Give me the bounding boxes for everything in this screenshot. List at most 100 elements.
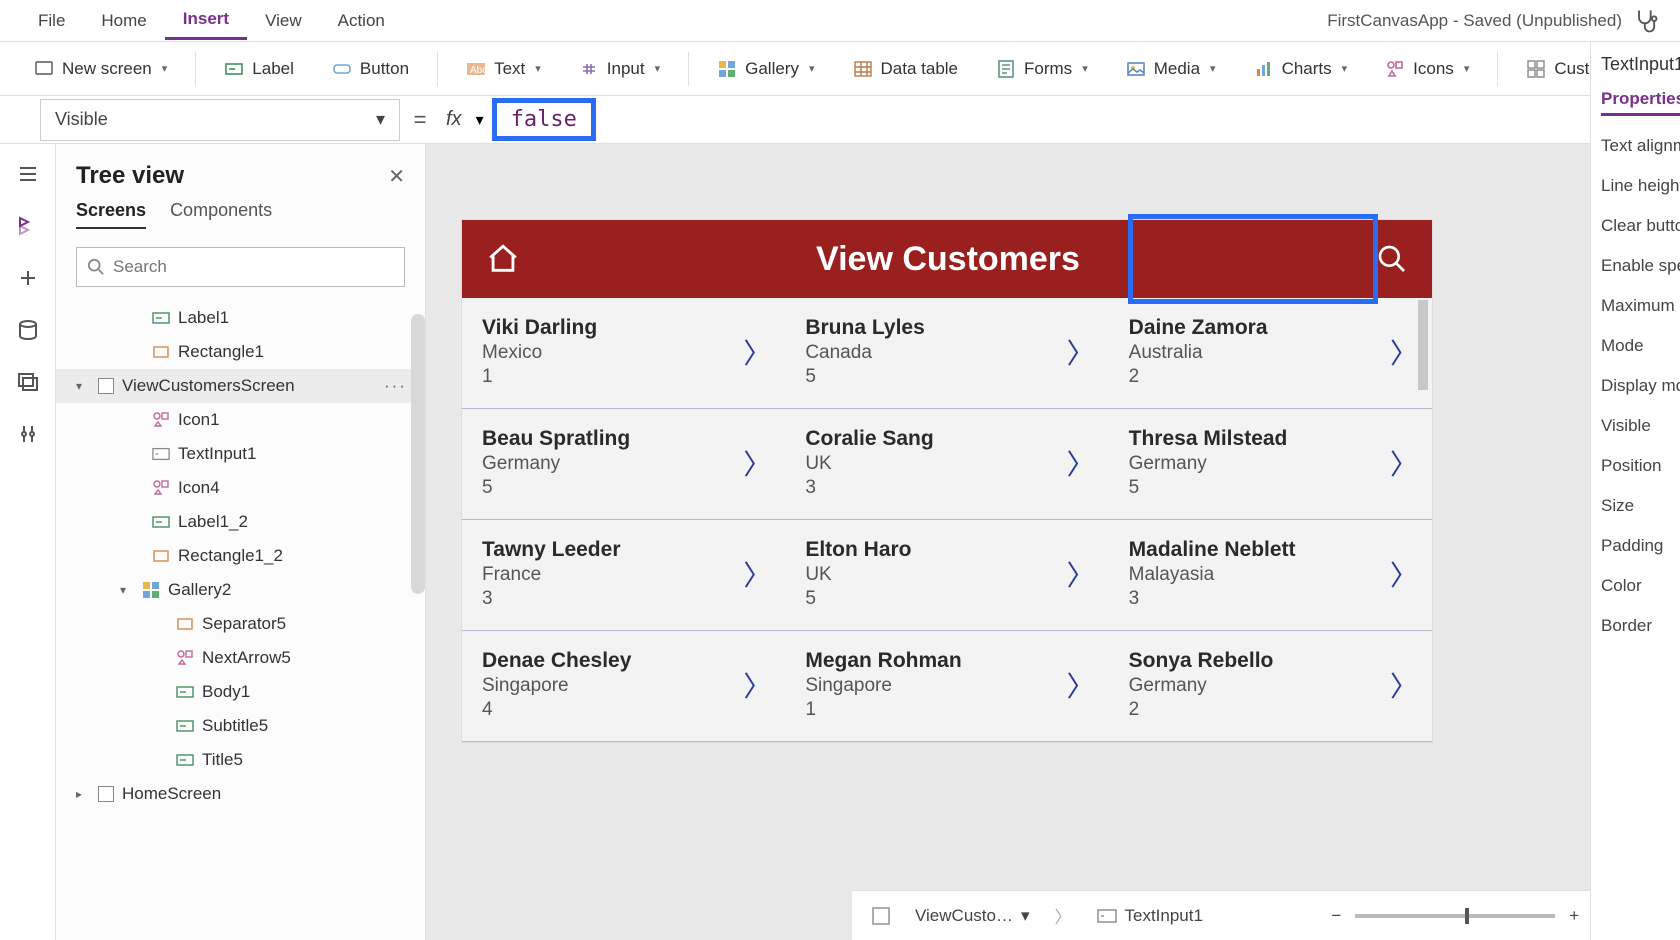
tree-item[interactable]: Icon4 <box>56 471 425 505</box>
tree-item[interactable]: Subtitle5 <box>56 709 425 743</box>
icons-dropdown[interactable]: Icons▾ <box>1371 53 1483 85</box>
chevron-icon[interactable]: ▸ <box>76 787 90 801</box>
tree-item[interactable]: Rectangle1 <box>56 335 425 369</box>
tree-item[interactable]: Icon1 <box>56 403 425 437</box>
forms-dropdown[interactable]: Forms▾ <box>982 53 1102 85</box>
gallery-item[interactable]: Beau SpratlingGermany5〉 <box>462 409 785 519</box>
property-selector[interactable]: Visible ▾ <box>40 99 400 141</box>
gallery-item[interactable]: Bruna LylesCanada5〉 <box>785 298 1108 408</box>
tree-search-input[interactable] <box>113 257 394 277</box>
formula-input[interactable]: false <box>492 98 596 141</box>
tree-item[interactable]: Separator5 <box>56 607 425 641</box>
gallery-dropdown[interactable]: Gallery▾ <box>703 53 828 85</box>
gallery-item[interactable]: Denae ChesleySingapore4〉 <box>462 631 785 741</box>
menu-home[interactable]: Home <box>83 3 164 39</box>
property-row[interactable]: Position <box>1601 446 1680 486</box>
fx-icon[interactable]: fx <box>440 108 468 131</box>
app-preview[interactable]: View Customers Viki DarlingMexico1〉Bruna… <box>462 220 1432 742</box>
label-button[interactable]: Label <box>210 53 308 85</box>
gallery-item[interactable]: Megan RohmanSingapore1〉 <box>785 631 1108 741</box>
property-row[interactable]: Padding <box>1601 526 1680 566</box>
media-rail-icon[interactable] <box>16 370 40 394</box>
tree-item[interactable]: Title5 <box>56 743 425 777</box>
chevron-right-icon[interactable]: 〉 <box>1390 443 1418 483</box>
property-row[interactable]: Line height <box>1601 166 1680 206</box>
gallery-preview[interactable]: Viki DarlingMexico1〉Bruna LylesCanada5〉D… <box>462 298 1432 742</box>
property-row[interactable]: Size <box>1601 486 1680 526</box>
chevron-right-icon[interactable]: 〉 <box>743 443 771 483</box>
tree-view-icon[interactable] <box>16 214 40 238</box>
charts-dropdown[interactable]: Charts▾ <box>1240 53 1362 85</box>
tree-item[interactable]: ▾ViewCustomersScreen··· <box>56 369 425 403</box>
gallery-item[interactable]: Elton HaroUK5〉 <box>785 520 1108 630</box>
gallery-item[interactable]: Tawny LeederFrance3〉 <box>462 520 785 630</box>
gallery-item[interactable]: Madaline NeblettMalayasia3〉 <box>1109 520 1432 630</box>
chevron-right-icon[interactable]: 〉 <box>1067 665 1095 705</box>
tree-search[interactable] <box>76 247 405 287</box>
tab-components[interactable]: Components <box>170 200 272 229</box>
home-icon[interactable] <box>486 242 520 276</box>
advanced-tools-icon[interactable] <box>16 422 40 446</box>
tree-item[interactable]: Label1 <box>56 301 425 335</box>
menu-insert[interactable]: Insert <box>165 1 247 40</box>
hamburger-icon[interactable] <box>16 162 40 186</box>
add-icon[interactable] <box>16 266 40 290</box>
chevron-icon[interactable]: ▾ <box>76 379 90 393</box>
text-dropdown[interactable]: Abc Text▾ <box>452 53 555 85</box>
tree-item[interactable]: Label1_2 <box>56 505 425 539</box>
menu-view[interactable]: View <box>247 3 320 39</box>
scrollbar[interactable] <box>411 314 425 594</box>
zoom-in-button[interactable]: + <box>1569 906 1579 926</box>
chevron-right-icon[interactable]: 〉 <box>1390 554 1418 594</box>
gallery-item[interactable]: Thresa MilsteadGermany5〉 <box>1109 409 1432 519</box>
property-row[interactable]: Clear butto <box>1601 206 1680 246</box>
property-row[interactable]: Display mo <box>1601 366 1680 406</box>
tab-screens[interactable]: Screens <box>76 200 146 229</box>
breadcrumb-screen[interactable]: ViewCusto… ▾ <box>904 901 1041 931</box>
property-row[interactable]: Enable spell <box>1601 246 1680 286</box>
gallery-item[interactable]: Daine ZamoraAustralia2〉 <box>1109 298 1432 408</box>
new-screen-button[interactable]: New screen▾ <box>20 53 181 85</box>
chevron-right-icon[interactable]: 〉 <box>1390 665 1418 705</box>
input-dropdown[interactable]: Input▾ <box>565 53 674 85</box>
chevron-right-icon[interactable]: 〉 <box>1067 554 1095 594</box>
chevron-right-icon[interactable]: 〉 <box>1390 332 1418 372</box>
gallery-item[interactable]: Coralie SangUK3〉 <box>785 409 1108 519</box>
tree-item[interactable]: ▸HomeScreen <box>56 777 425 811</box>
breadcrumb-control[interactable]: TextInput1 <box>1086 901 1214 931</box>
search-icon[interactable] <box>1376 243 1408 275</box>
media-dropdown[interactable]: Media▾ <box>1112 53 1230 85</box>
menu-file[interactable]: File <box>20 3 83 39</box>
checkbox-icon[interactable] <box>872 907 890 925</box>
gallery-item[interactable]: Viki DarlingMexico1〉 <box>462 298 785 408</box>
tree-item[interactable]: NextArrow5 <box>56 641 425 675</box>
property-row[interactable]: Color <box>1601 566 1680 606</box>
gallery-item[interactable]: Sonya RebelloGermany2〉 <box>1109 631 1432 741</box>
chevron-icon[interactable]: ▾ <box>120 583 134 597</box>
data-table-button[interactable]: Data table <box>839 53 973 85</box>
chevron-right-icon[interactable]: 〉 <box>743 554 771 594</box>
tree-item[interactable]: Rectangle1_2 <box>56 539 425 573</box>
tree-item[interactable]: ▾Gallery2 <box>56 573 425 607</box>
tree-item[interactable]: Body1 <box>56 675 425 709</box>
tab-properties[interactable]: Properties <box>1601 89 1680 116</box>
chevron-right-icon[interactable]: 〉 <box>743 332 771 372</box>
property-row[interactable]: Text alignme <box>1601 126 1680 166</box>
property-row[interactable]: Border <box>1601 606 1680 646</box>
property-row[interactable]: Maximum le <box>1601 286 1680 326</box>
button-button[interactable]: Button <box>318 53 423 85</box>
gallery-icon <box>717 59 737 79</box>
chevron-right-icon[interactable]: 〉 <box>1067 332 1095 372</box>
app-checker-icon[interactable] <box>1632 7 1660 35</box>
chevron-right-icon[interactable]: 〉 <box>743 665 771 705</box>
tree-item[interactable]: TextInput1 <box>56 437 425 471</box>
menu-action[interactable]: Action <box>320 3 403 39</box>
more-icon[interactable]: ··· <box>384 376 407 396</box>
chevron-right-icon[interactable]: 〉 <box>1067 443 1095 483</box>
zoom-slider[interactable] <box>1355 914 1555 918</box>
close-icon[interactable]: ✕ <box>388 164 405 189</box>
data-icon[interactable] <box>16 318 40 342</box>
zoom-out-button[interactable]: − <box>1331 906 1341 926</box>
property-row[interactable]: Visible <box>1601 406 1680 446</box>
property-row[interactable]: Mode <box>1601 326 1680 366</box>
